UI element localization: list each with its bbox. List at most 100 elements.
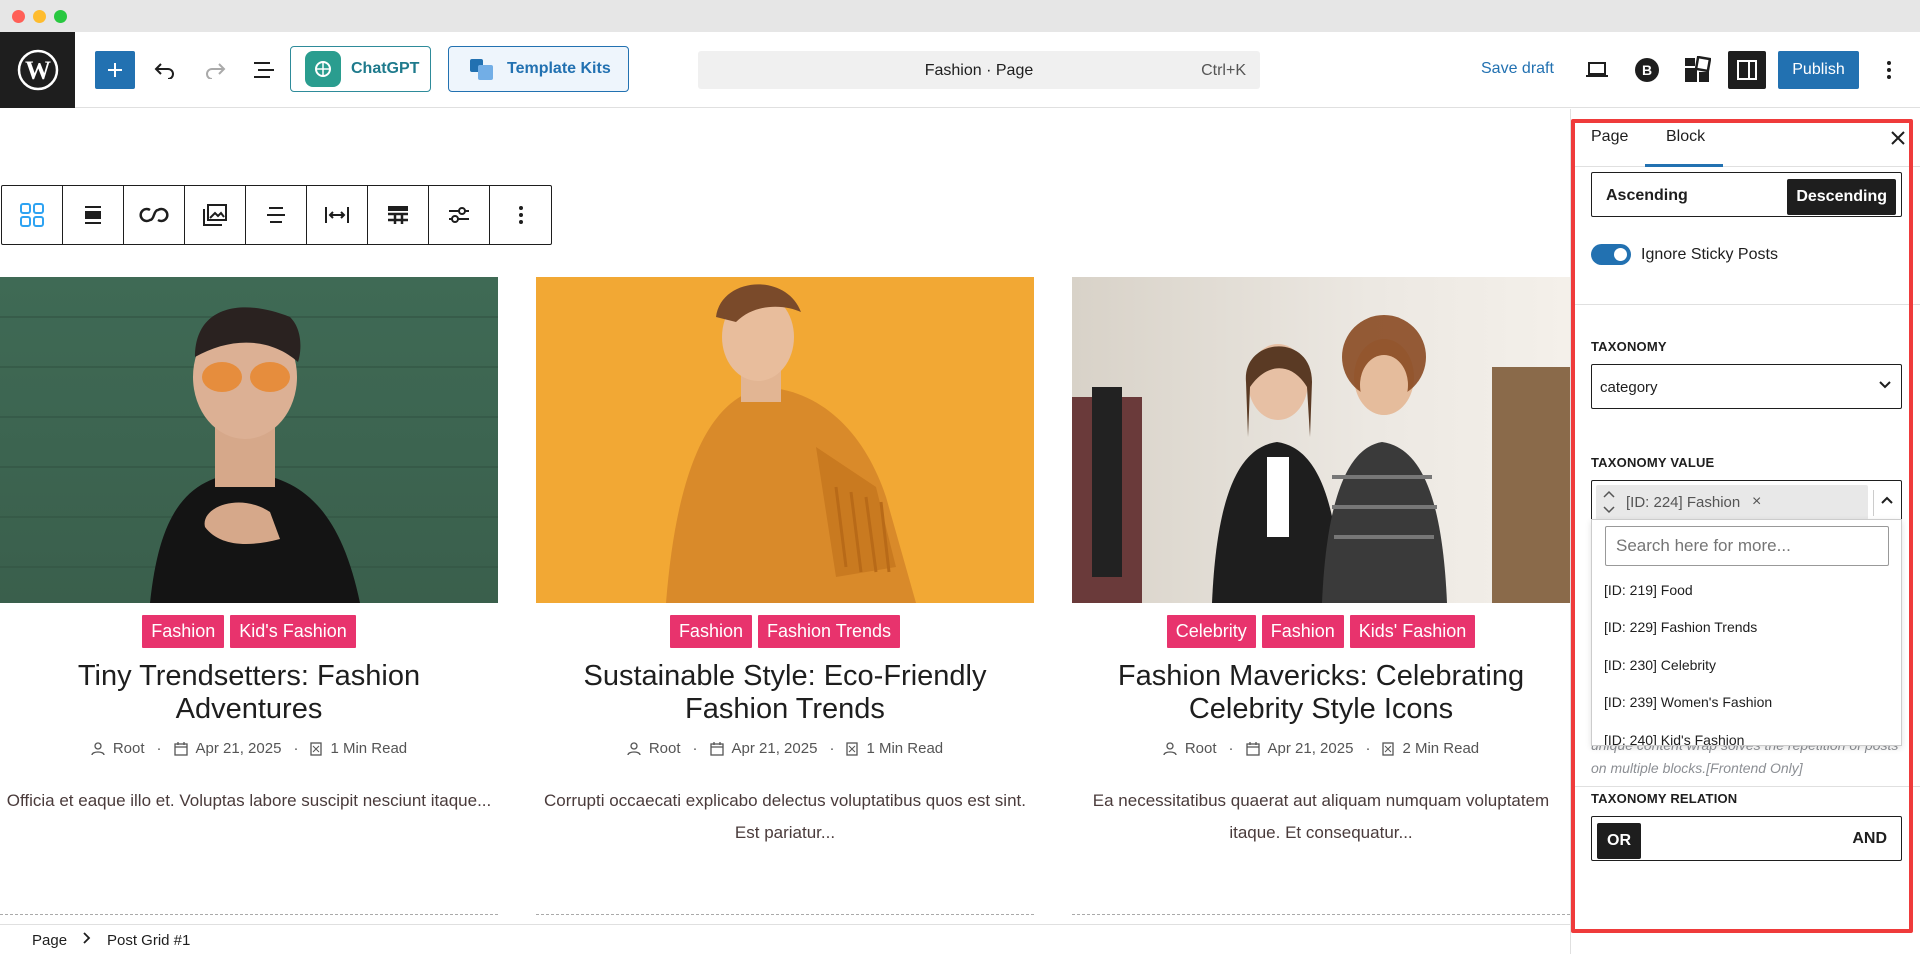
term-options-dropdown: [ID: 219] Food [ID: 229] Fashion Trends … (1591, 519, 1902, 746)
gallery-icon[interactable] (185, 186, 246, 244)
chevron-right-icon (82, 931, 92, 949)
command-palette-bar[interactable]: Fashion · Page Ctrl+K (698, 51, 1260, 89)
editor-toolbar: W ChatGPT Template Kits Fashion · Page C… (0, 32, 1920, 108)
ascending-option[interactable]: Ascending (1606, 187, 1688, 205)
author-name[interactable]: Root (649, 740, 681, 757)
template-kits-icon (469, 56, 495, 82)
taxonomy-select[interactable]: category (1591, 364, 1902, 409)
blocks-plugin-icon[interactable] (1678, 51, 1716, 89)
sidebar-panel[interactable]: Ascending Descending Ignore Sticky Posts… (1571, 168, 1920, 954)
category-tag[interactable]: Kid's Fashion (230, 615, 356, 648)
calendar-icon (173, 741, 188, 756)
category-tag[interactable]: Celebrity (1166, 615, 1256, 648)
block-breadcrumb: Page Post Grid #1 (0, 924, 1570, 954)
block-options-icon[interactable] (490, 186, 551, 244)
post-grid-block-icon[interactable] (2, 186, 63, 244)
term-option[interactable]: [ID: 230] Celebrity (1604, 657, 1716, 673)
sidebar-tabs: Page Block (1571, 109, 1920, 167)
chevron-up-icon[interactable] (1879, 492, 1895, 513)
document-overview-icon[interactable] (245, 51, 283, 89)
chatgpt-button[interactable]: ChatGPT (290, 46, 431, 92)
category-tag[interactable]: Fashion (1261, 615, 1344, 648)
taxonomy-label: TAXONOMY (1591, 339, 1667, 354)
post-tags: Fashion Fashion Trends (536, 615, 1034, 648)
editor-canvas[interactable]: Fashion Kid's Fashion Tiny Trendsetters:… (0, 109, 1570, 924)
tab-block[interactable]: Block (1666, 128, 1705, 146)
breadcrumb-page[interactable]: Page (32, 932, 67, 949)
template-kits-button[interactable]: Template Kits (448, 46, 629, 92)
undo-icon[interactable] (146, 51, 184, 89)
breadcrumb-post-grid[interactable]: Post Grid #1 (107, 932, 190, 949)
justify-center-icon[interactable] (246, 186, 307, 244)
save-draft-button[interactable]: Save draft (1481, 60, 1554, 78)
maximize-window-button[interactable] (54, 10, 67, 23)
post-tags: Celebrity Fashion Kids' Fashion (1072, 615, 1570, 648)
term-option[interactable]: [ID: 229] Fashion Trends (1604, 619, 1757, 635)
remove-term-icon[interactable]: × (1752, 493, 1761, 511)
descending-option[interactable]: Descending (1787, 179, 1896, 215)
settings-sliders-icon[interactable] (429, 186, 490, 244)
tab-page[interactable]: Page (1591, 128, 1628, 146)
calendar-icon (1245, 741, 1260, 756)
hourglass-icon (1382, 741, 1395, 756)
block-toolbar (1, 185, 552, 245)
link-icon[interactable] (124, 186, 185, 244)
author-icon (627, 741, 641, 755)
category-tag[interactable]: Kids' Fashion (1349, 615, 1476, 648)
redo-icon[interactable] (196, 51, 234, 89)
close-icon[interactable] (1887, 127, 1909, 149)
drag-handle-icon[interactable] (1602, 488, 1616, 521)
post-card[interactable]: Fashion Kid's Fashion Tiny Trendsetters:… (0, 277, 498, 915)
post-meta: Root · Apr 21, 2025 · 2 Min Read (1072, 740, 1570, 757)
term-option[interactable]: [ID: 239] Women's Fashion (1604, 694, 1772, 710)
selected-term-label: [ID: 224] Fashion (1626, 494, 1741, 511)
post-image[interactable] (1072, 277, 1570, 603)
table-layout-icon[interactable] (368, 186, 429, 244)
active-tab-indicator (1645, 164, 1723, 167)
select-separator (1873, 490, 1874, 516)
post-excerpt: Officia et eaque illo et. Voluptas labor… (6, 791, 492, 810)
wordpress-logo-icon[interactable]: W (0, 32, 75, 108)
ignore-sticky-toggle[interactable] (1591, 244, 1631, 265)
publish-button[interactable]: Publish (1778, 51, 1859, 89)
more-options-icon[interactable] (1870, 51, 1908, 89)
chevron-down-icon (1877, 377, 1893, 398)
read-time: 1 Min Read (330, 740, 408, 757)
author-name[interactable]: Root (1185, 740, 1217, 757)
settings-sidebar-toggle-icon[interactable] (1728, 51, 1766, 89)
category-tag[interactable]: Fashion (669, 615, 752, 648)
category-tag[interactable]: Fashion Trends (757, 615, 901, 648)
post-image[interactable] (0, 277, 498, 603)
relation-and-option[interactable]: AND (1852, 830, 1887, 848)
taxonomy-value: category (1600, 379, 1658, 396)
post-title[interactable]: Sustainable Style: Eco-Friendly Fashion … (536, 660, 1034, 726)
post-card[interactable]: Fashion Fashion Trends Sustainable Style… (536, 277, 1034, 915)
minimize-window-button[interactable] (33, 10, 46, 23)
chatgpt-logo-icon (305, 51, 341, 87)
read-time: 2 Min Read (1402, 740, 1480, 757)
term-option[interactable]: [ID: 219] Food (1604, 582, 1693, 598)
read-time: 1 Min Read (866, 740, 944, 757)
author-name[interactable]: Root (113, 740, 145, 757)
post-excerpt: Ea necessitatibus quaerat aut aliquam nu… (1092, 791, 1550, 842)
category-tag[interactable]: Fashion (142, 615, 225, 648)
preview-desktop-icon[interactable] (1578, 51, 1616, 89)
hourglass-icon (846, 741, 859, 756)
term-search-input[interactable] (1605, 526, 1889, 566)
svg-text:W: W (25, 56, 51, 85)
ignore-sticky-row: Ignore Sticky Posts (1591, 244, 1778, 265)
selected-term-chip[interactable]: [ID: 224] Fashion × (1596, 485, 1868, 520)
post-image[interactable] (536, 277, 1034, 603)
post-title[interactable]: Tiny Trendsetters: Fashion Adventures (0, 660, 498, 726)
add-block-button[interactable] (95, 51, 135, 89)
hourglass-icon (310, 741, 323, 756)
plugin-b-icon[interactable]: B (1628, 51, 1666, 89)
post-excerpt: Corrupti occaecati explicabo delectus vo… (544, 791, 1026, 842)
post-title[interactable]: Fashion Mavericks: Celebrating Celebrity… (1072, 660, 1570, 726)
post-card[interactable]: Celebrity Fashion Kids' Fashion Fashion … (1072, 277, 1570, 915)
width-icon[interactable] (307, 186, 368, 244)
term-option[interactable]: [ID: 240] Kid's Fashion (1604, 732, 1744, 745)
align-icon[interactable] (63, 186, 124, 244)
relation-or-option[interactable]: OR (1597, 823, 1641, 859)
close-window-button[interactable] (12, 10, 25, 23)
